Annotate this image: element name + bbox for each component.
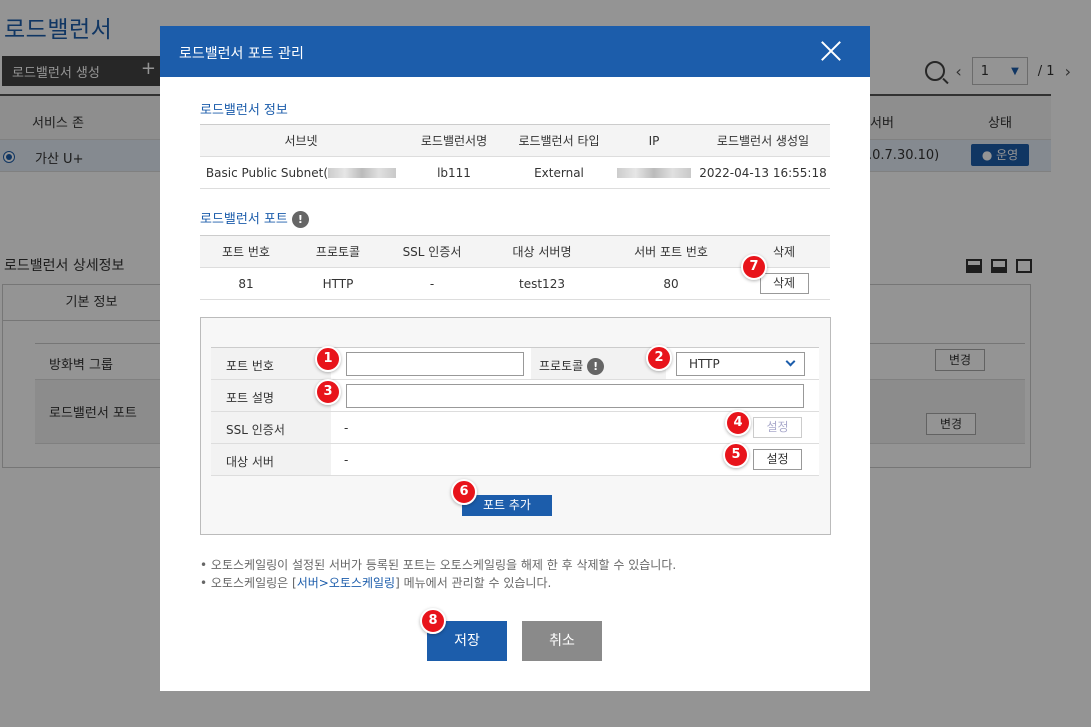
port-desc-label: 포트 설명 <box>211 380 331 411</box>
note-item: • 오토스케일링이 설정된 서버가 등록된 포트는 오토스케일링을 해제 한 후… <box>200 558 677 572</box>
close-icon[interactable] <box>820 40 842 62</box>
note-text: 오토스케일링이 설정된 서버가 등록된 포트는 오토스케일링을 해제 한 후 삭… <box>210 558 677 572</box>
info-icon[interactable]: ! <box>291 211 309 228</box>
protocol-label-cell: 프로토콜! <box>531 348 666 379</box>
th-subnet: 서브넷 <box>200 124 402 157</box>
cell-protocol: HTTP <box>292 267 384 300</box>
form-row-port-protocol: 포트 번호 프로토콜! HTTP <box>211 348 819 380</box>
ssl-set-button[interactable]: 설정 <box>753 417 802 438</box>
chevron-down-icon <box>785 356 796 367</box>
step-marker-1: 1 <box>315 346 341 372</box>
th-target: 대상 서버명 <box>480 235 604 268</box>
port-section-title: 로드밸런서 포트! <box>200 208 309 228</box>
th-created: 로드밸런서 생성일 <box>696 124 830 157</box>
cell-port: 81 <box>200 267 292 300</box>
form-row-port-desc: 포트 설명 <box>211 380 819 412</box>
ssl-value: - <box>344 421 349 435</box>
subnet-text: Basic Public Subnet( <box>205 165 329 180</box>
cell-server-port: 80 <box>604 267 738 300</box>
cell-ip <box>612 156 696 189</box>
protocol-selected: HTTP <box>689 357 720 371</box>
cell-target: test123 <box>480 267 604 300</box>
protocol-select[interactable]: HTTP <box>676 352 805 376</box>
note-item: • 오토스케일링은 [서버>오토스케일링] 메뉴에서 관리할 수 있습니다. <box>200 576 552 590</box>
th-ip: IP <box>612 124 696 157</box>
table-row: Basic Public Subnet( lb111 External 2022… <box>200 156 830 189</box>
table-header: 서브넷 로드밸런서명 로드밸런서 타입 IP 로드밸런서 생성일 <box>200 124 830 157</box>
port-desc-input[interactable] <box>346 384 804 408</box>
redacted-block <box>328 168 397 178</box>
table-row: 81 HTTP - test123 80 삭제 <box>200 267 830 300</box>
step-marker-8: 8 <box>420 608 446 634</box>
target-label: 대상 서버 <box>211 444 331 475</box>
cell-ssl: - <box>384 267 480 300</box>
port-number-input[interactable] <box>346 352 524 376</box>
autoscaling-link[interactable]: 서버>오토스케일링 <box>297 576 395 590</box>
redacted-block <box>617 168 691 178</box>
port-management-modal: 로드밸런서 포트 관리 로드밸런서 정보 서브넷 로드밸런서명 로드밸런서 타입… <box>160 26 870 691</box>
step-marker-4: 4 <box>725 410 751 436</box>
info-section-title: 로드밸런서 정보 <box>200 103 288 118</box>
cell-lb-name: lb111 <box>402 156 506 189</box>
step-marker-3: 3 <box>315 379 341 405</box>
cell-subnet: Basic Public Subnet( <box>200 156 402 189</box>
cell-lb-type: External <box>506 156 612 189</box>
th-lb-name: 로드밸런서명 <box>402 124 506 157</box>
port-number-label: 포트 번호 <box>211 348 331 379</box>
th-server-port: 서버 포트 번호 <box>604 235 738 268</box>
ssl-label: SSL 인증서 <box>211 412 331 443</box>
step-marker-6: 6 <box>451 479 477 505</box>
step-marker-5: 5 <box>723 442 749 468</box>
lb-info-table: 서브넷 로드밸런서명 로드밸런서 타입 IP 로드밸런서 생성일 Basic P… <box>200 124 830 189</box>
delete-button[interactable]: 삭제 <box>759 273 809 294</box>
add-port-button[interactable]: 포트 추가 <box>462 495 552 516</box>
protocol-label: 프로토콜 <box>539 359 584 373</box>
th-ssl: SSL 인증서 <box>384 235 480 268</box>
port-section-label: 로드밸런서 포트 <box>200 212 288 227</box>
th-protocol: 프로토콜 <box>292 235 384 268</box>
step-marker-7: 7 <box>741 254 767 280</box>
target-set-button[interactable]: 설정 <box>753 449 802 470</box>
cell-created: 2022-04-13 16:55:18 <box>696 156 830 189</box>
cancel-button[interactable]: 취소 <box>522 621 602 661</box>
notes: • 오토스케일링이 설정된 서버가 등록된 포트는 오토스케일링을 해제 한 후… <box>200 556 676 592</box>
info-icon[interactable]: ! <box>587 358 605 375</box>
th-lb-type: 로드밸런서 타입 <box>506 124 612 157</box>
th-port: 포트 번호 <box>200 235 292 268</box>
note-text: 오토스케일링은 [ <box>210 576 297 590</box>
step-marker-2: 2 <box>646 345 672 371</box>
lb-port-table: 포트 번호 프로토콜 SSL 인증서 대상 서버명 서버 포트 번호 삭제 81… <box>200 235 830 300</box>
modal-title: 로드밸런서 포트 관리 <box>179 46 304 62</box>
note-text: ] 메뉴에서 관리할 수 있습니다. <box>395 576 552 590</box>
target-value: - <box>344 453 349 467</box>
modal-header: 로드밸런서 포트 관리 <box>160 26 870 77</box>
table-header: 포트 번호 프로토콜 SSL 인증서 대상 서버명 서버 포트 번호 삭제 <box>200 235 830 268</box>
